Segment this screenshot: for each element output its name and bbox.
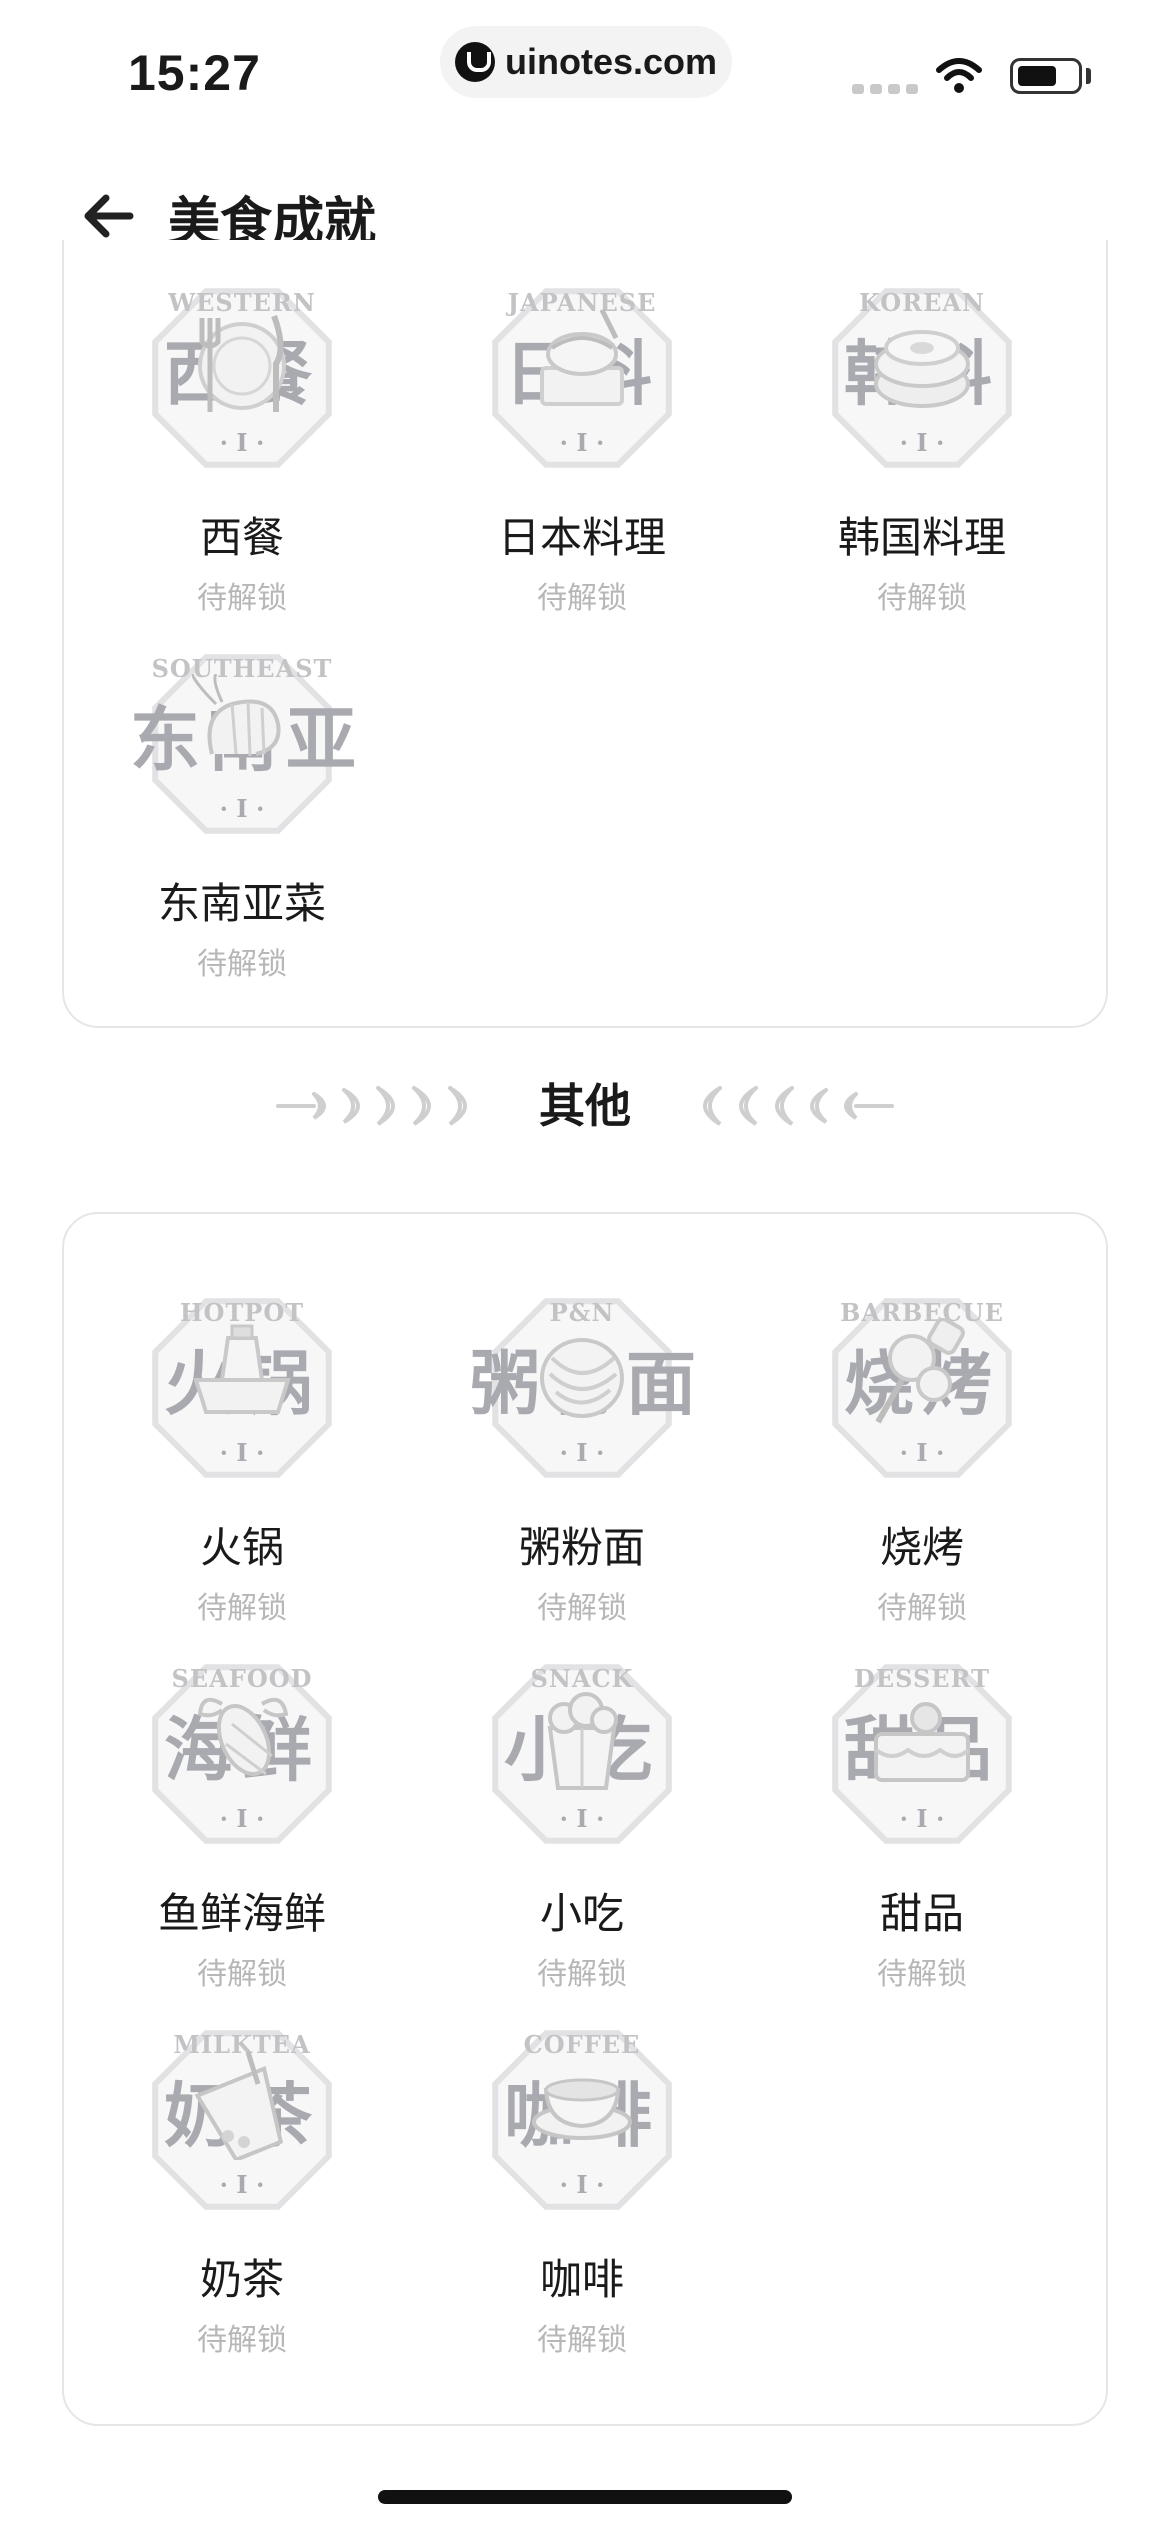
achievement-name: 韩国料理 xyxy=(837,513,1006,562)
achievement-status: 待解锁 xyxy=(877,581,967,616)
badge-level: · I · xyxy=(559,428,605,457)
achievement-status: 待解锁 xyxy=(537,1591,627,1626)
achievement-status: 待解锁 xyxy=(537,2323,627,2358)
achievement-name: 日本料理 xyxy=(497,513,666,562)
bubble-tea-icon xyxy=(194,2051,284,2160)
home-indicator xyxy=(378,2490,792,2504)
hotpot-icon xyxy=(193,1324,291,1414)
achievement-badge: HOTPOT火锅· I · xyxy=(142,1288,342,1488)
achievement-item[interactable]: WESTERN西餐· I · 西餐待解锁 xyxy=(72,278,412,617)
achievement-name: 粥粉面 xyxy=(518,1523,645,1572)
popcorn-box-icon xyxy=(547,1692,618,1790)
badge-level: · I · xyxy=(559,2170,605,2199)
badge-level: · I · xyxy=(899,1438,945,1467)
status-bar: 15:27 uinotes.com xyxy=(0,0,1170,140)
bibimbap-bowl-icon xyxy=(874,330,970,408)
sushi-icon xyxy=(540,308,624,406)
achievement-name: 东南亚菜 xyxy=(157,879,326,928)
noodles-icon xyxy=(540,1338,624,1418)
achievement-name: 咖啡 xyxy=(539,2255,624,2304)
url-pill[interactable]: uinotes.com xyxy=(440,26,732,98)
achievement-status: 待解锁 xyxy=(537,581,627,616)
badge-level: · I · xyxy=(899,1804,945,1833)
achievement-name: 火锅 xyxy=(199,1523,284,1572)
achievement-status: 待解锁 xyxy=(537,1957,627,1992)
site-logo-icon xyxy=(454,42,495,82)
achievement-item[interactable]: MILKTEA奶茶· I · 奶茶待解锁 xyxy=(72,2020,412,2359)
achievement-status: 待解锁 xyxy=(877,1957,967,1992)
achievement-item[interactable]: HOTPOT火锅· I · 火锅待解锁 xyxy=(72,1288,412,1627)
achievement-badge: P&N粥粉面· I · xyxy=(470,1288,696,1488)
badge-level: · I · xyxy=(559,1804,605,1833)
badge-level: · I · xyxy=(559,1438,605,1467)
achievement-item[interactable]: SOUTHEAST东南亚· I · 东南亚菜待解锁 xyxy=(72,644,412,983)
achievement-status: 待解锁 xyxy=(197,2323,287,2358)
achievement-badge: DESSERT甜品· I · xyxy=(822,1654,1022,1854)
shrimp-icon xyxy=(192,674,281,757)
lobster-icon xyxy=(197,1697,289,1776)
achievement-item[interactable]: KOREAN韩料· I · 韩国料理待解锁 xyxy=(752,278,1092,617)
achievement-badge: COFFEE咖啡· I · xyxy=(482,2020,682,2220)
achievement-item[interactable]: SNACK小吃· I · 小吃待解锁 xyxy=(412,1654,752,1993)
plate-fork-knife-icon xyxy=(198,314,286,412)
achievement-item[interactable]: JAPANESE日料· I · 日本料理待解锁 xyxy=(412,278,752,617)
achievement-status: 待解锁 xyxy=(197,1957,287,1992)
achievement-name: 甜品 xyxy=(879,1889,964,1938)
badge-level: · I · xyxy=(219,428,265,457)
achievement-item[interactable]: DESSERT甜品· I · 甜品待解锁 xyxy=(752,1654,1092,1993)
status-time: 15:27 xyxy=(128,45,261,101)
achievement-status: 待解锁 xyxy=(197,581,287,616)
achievement-status: 待解锁 xyxy=(197,1591,287,1626)
url-text: uinotes.com xyxy=(504,41,718,82)
achievement-item[interactable]: P&N粥粉面· I · 粥粉面待解锁 xyxy=(412,1288,752,1627)
achievement-name: 西餐 xyxy=(199,513,284,562)
achievement-name: 鱼鲜海鲜 xyxy=(157,1889,326,1938)
badge-level: · I · xyxy=(899,428,945,457)
badge-level: · I · xyxy=(219,1804,265,1833)
achievement-badge: JAPANESE日料· I · xyxy=(482,278,682,478)
badge-level: · I · xyxy=(219,2170,265,2199)
cellular-signal-icon xyxy=(852,84,918,94)
achievement-badge: KOREAN韩料· I · xyxy=(822,278,1022,478)
achievement-status: 待解锁 xyxy=(877,1591,967,1626)
section-title: 其他 xyxy=(539,1079,631,1133)
laurel-right-icon xyxy=(703,1086,894,1126)
badge-level: · I · xyxy=(219,794,265,823)
achievement-badge: SNACK小吃· I · xyxy=(482,1654,682,1854)
achievement-name: 烧烤 xyxy=(879,1523,964,1572)
achievement-name: 小吃 xyxy=(539,1889,624,1938)
achievement-item[interactable]: BARBECUE烧烤· I · 烧烤待解锁 xyxy=(752,1288,1092,1627)
cake-icon xyxy=(874,1702,970,1782)
wifi-icon xyxy=(936,58,982,93)
achievement-badge: WESTERN西餐· I · xyxy=(142,278,342,478)
coffee-cup-icon xyxy=(532,2078,632,2140)
battery-icon xyxy=(1010,58,1082,94)
back-arrow-icon[interactable] xyxy=(78,186,138,246)
battery-tip xyxy=(1086,68,1091,84)
badge-level: · I · xyxy=(219,1438,265,1467)
achievement-badge: SOUTHEAST东南亚· I · xyxy=(130,644,356,844)
achievement-badge: MILKTEA奶茶· I · xyxy=(142,2020,342,2220)
achievement-item[interactable]: COFFEE咖啡· I · 咖啡待解锁 xyxy=(412,2020,752,2359)
achievement-item[interactable]: SEAFOOD海鲜· I · 鱼鲜海鲜待解锁 xyxy=(72,1654,412,1993)
achievement-name: 奶茶 xyxy=(199,2255,284,2304)
skewer-icon xyxy=(875,1318,965,1424)
section-header-other: 其他 xyxy=(0,1070,1170,1140)
achievement-badge: SEAFOOD海鲜· I · xyxy=(142,1654,342,1854)
achievement-badge: BARBECUE烧烤· I · xyxy=(822,1288,1022,1488)
achievement-status: 待解锁 xyxy=(197,947,287,982)
